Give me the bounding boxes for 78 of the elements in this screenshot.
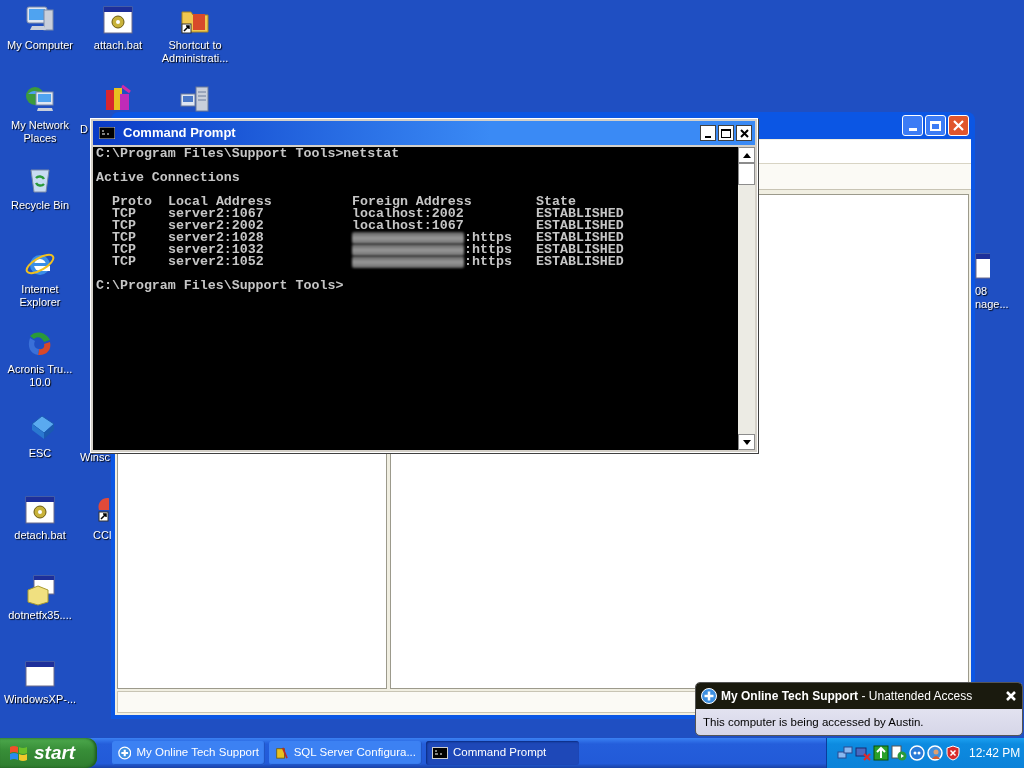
console-text: Foreign Address [352, 196, 472, 208]
dots-circle-icon[interactable] [909, 745, 925, 761]
console-text: server2:1032 [168, 244, 264, 256]
console-text: State [536, 196, 576, 208]
console-text: ESTABLISHED [536, 232, 624, 244]
notification-title: My Online Tech Support - Unattended Access [721, 688, 974, 705]
console-text: :https [464, 244, 512, 256]
console-line: C:\Program Files\Support Tools> [96, 280, 345, 292]
icon-label[interactable]: CCl [93, 529, 112, 542]
tools-icon [275, 745, 289, 761]
icon-label[interactable]: Winsc [80, 451, 110, 464]
maximize-button[interactable] [718, 125, 734, 141]
console-text: localhost:2002 [352, 208, 464, 220]
console-text: server2:2002 [168, 220, 264, 232]
up-arrow-icon[interactable] [873, 745, 889, 761]
scroll-thumb[interactable] [738, 163, 755, 185]
user-circle-icon[interactable] [927, 745, 943, 761]
start-button[interactable]: start [0, 738, 97, 768]
console-text: server2:1067 [168, 208, 264, 220]
icon-label[interactable]: Shortcut to Administrati... [161, 39, 229, 65]
network-icon[interactable] [837, 745, 853, 761]
console-text: server2:1052 [168, 256, 264, 268]
icon-label[interactable]: My Computer [7, 39, 73, 52]
console-text: ESTABLISHED [536, 256, 624, 268]
window-icon[interactable] [24, 658, 56, 690]
batch-file-icon[interactable] [24, 494, 56, 526]
close-icon [739, 128, 749, 138]
console-text: TCP [112, 256, 136, 268]
console-text: TCP [112, 232, 136, 244]
close-icon [1006, 691, 1016, 701]
console-text: Proto [112, 196, 152, 208]
console-line: C:\Program Files\Support Tools>netstat [96, 148, 401, 160]
icon-label[interactable]: 08 nage... [975, 285, 1009, 311]
console-text: localhost:1067 [352, 220, 464, 232]
console-text: TCP [112, 220, 136, 232]
clock: 12:42 PM [969, 745, 1021, 762]
console-line: Active Connections [96, 172, 241, 184]
notification-message: This computer is being accessed by Austin. [702, 715, 925, 730]
icon-label[interactable]: Recycle Bin [10, 199, 70, 212]
icon-label[interactable]: Acronis Tru... 10.0 [7, 363, 73, 389]
shield-icon[interactable] [945, 745, 961, 761]
scroll-up-button[interactable] [738, 147, 755, 163]
icon-label[interactable]: detach.bat [14, 529, 66, 542]
close-button[interactable] [736, 125, 752, 141]
console-text: server2:1028 [168, 232, 264, 244]
box-icon[interactable] [24, 574, 56, 606]
document-play-icon[interactable] [891, 745, 907, 761]
console-text: ESTABLISHED [536, 244, 624, 256]
console-text: TCP [112, 208, 136, 220]
batch-file-icon[interactable] [102, 4, 134, 36]
scroll-down-button[interactable] [738, 434, 755, 450]
console-text: :https [464, 232, 512, 244]
up-arrow-icon [742, 152, 751, 158]
close-icon [953, 120, 964, 131]
console-icon [99, 127, 115, 139]
console-text: TCP [112, 244, 136, 256]
window-title: Command Prompt [123, 124, 237, 143]
icon-label[interactable]: My Network Places [10, 119, 70, 145]
icon-label[interactable]: dotnetfx35.... [8, 609, 72, 622]
icon-label[interactable]: D [80, 123, 88, 136]
console-text: ESTABLISHED [536, 208, 624, 220]
taskbar-button[interactable]: Command Prompt [426, 741, 579, 765]
icon-label[interactable]: attach.bat [93, 39, 143, 52]
icon-label[interactable]: ESC [28, 447, 52, 460]
console-icon [432, 745, 448, 761]
plus-circle-icon [118, 745, 132, 761]
taskbar-button[interactable]: SQL Server Configura... [269, 741, 422, 765]
console-text: :https [464, 256, 512, 268]
icon-label[interactable]: Internet Explorer [19, 283, 61, 309]
taskbar-button[interactable]: My Online Tech Support [112, 741, 265, 765]
down-arrow-icon [742, 439, 751, 445]
icon-label[interactable]: WindowsXP-... [3, 693, 77, 706]
console-text: ESTABLISHED [536, 220, 624, 232]
minimize-button[interactable] [700, 125, 716, 141]
window-icon[interactable] [974, 250, 990, 282]
plus-circle-icon [701, 688, 717, 704]
windows-flag-icon [9, 744, 29, 762]
console-text: Local Address [168, 196, 272, 208]
